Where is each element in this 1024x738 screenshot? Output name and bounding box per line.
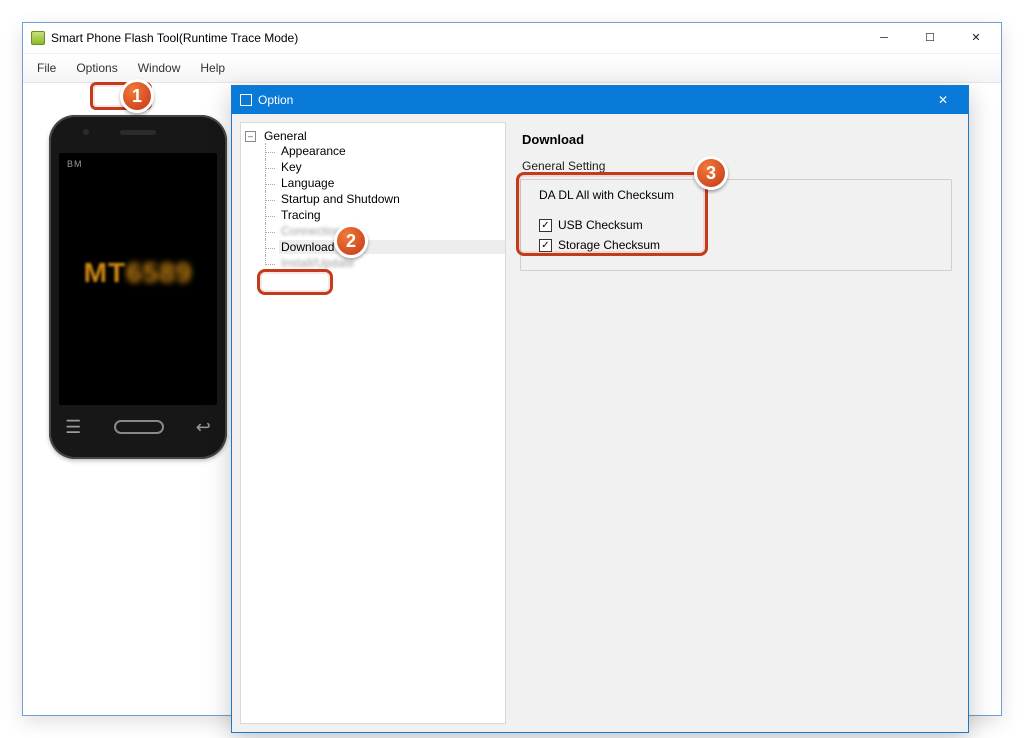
- content-heading: Download: [522, 132, 954, 147]
- tree-node-hidden-2[interactable]: Install/Update: [265, 255, 501, 271]
- close-icon: ✕: [938, 93, 948, 107]
- home-hw-button: [114, 420, 164, 434]
- tree-node-key[interactable]: Key: [265, 159, 501, 175]
- main-titlebar[interactable]: Smart Phone Flash Tool(Runtime Trace Mod…: [23, 23, 1001, 53]
- dialog-icon: [240, 94, 252, 106]
- options-tree[interactable]: – General Appearance Key Language Startu…: [240, 122, 506, 724]
- dialog-titlebar[interactable]: Option ✕: [232, 86, 968, 114]
- phone-earpiece: [120, 130, 156, 135]
- tree-node-startup-shutdown[interactable]: Startup and Shutdown: [265, 191, 501, 207]
- app-icon: [31, 31, 45, 45]
- tree-node-appearance[interactable]: Appearance: [265, 143, 501, 159]
- minimize-icon: ─: [880, 33, 888, 44]
- menubar: File Options Window Help: [23, 53, 1001, 83]
- close-button[interactable]: ✕: [953, 23, 999, 53]
- menu-hw-icon: ☰: [65, 417, 81, 438]
- content-subheading: General Setting: [522, 159, 954, 173]
- options-content: Download General Setting DA DL All with …: [514, 114, 968, 732]
- phone-preview: BM MT6589 ☰ ↩: [49, 115, 227, 459]
- menu-file[interactable]: File: [27, 56, 66, 80]
- main-window-title: Smart Phone Flash Tool(Runtime Trace Mod…: [51, 31, 298, 45]
- phone-sensor: [83, 129, 89, 135]
- group-legend: DA DL All with Checksum: [535, 188, 678, 202]
- phone-screen: BM MT6589: [59, 153, 217, 405]
- tree-node-hidden-1[interactable]: Connection: [265, 223, 501, 239]
- minimize-button[interactable]: ─: [861, 23, 907, 53]
- dialog-close-button[interactable]: ✕: [922, 86, 964, 114]
- usb-checksum-row[interactable]: ✓ USB Checksum: [539, 218, 939, 232]
- menu-options[interactable]: Options: [66, 56, 127, 80]
- tree-node-download[interactable]: Download: [265, 239, 501, 255]
- phone-screen-text: MT6589: [59, 257, 217, 289]
- checksum-groupbox: DA DL All with Checksum ✓ USB Checksum ✓…: [520, 179, 952, 271]
- maximize-icon: ☐: [925, 33, 935, 44]
- usb-checksum-label: USB Checksum: [558, 218, 643, 232]
- menu-window[interactable]: Window: [128, 56, 191, 80]
- main-window: Smart Phone Flash Tool(Runtime Trace Mod…: [22, 22, 1002, 716]
- phone-hardware-buttons: ☰ ↩: [49, 405, 227, 449]
- phone-brand-badge: BM: [67, 159, 83, 169]
- option-dialog: Option ✕ – General: [231, 85, 969, 733]
- tree-node-general[interactable]: – General: [245, 129, 501, 143]
- back-hw-icon: ↩: [196, 417, 211, 438]
- maximize-button[interactable]: ☐: [907, 23, 953, 53]
- storage-checksum-row[interactable]: ✓ Storage Checksum: [539, 238, 939, 252]
- tree-node-language[interactable]: Language: [265, 175, 501, 191]
- tree-node-tracing[interactable]: Tracing: [265, 207, 501, 223]
- tree-label-general: General: [262, 129, 309, 143]
- close-icon: ✕: [971, 33, 980, 44]
- menu-help[interactable]: Help: [190, 56, 235, 80]
- checkbox-checked-icon[interactable]: ✓: [539, 239, 552, 252]
- checkbox-checked-icon[interactable]: ✓: [539, 219, 552, 232]
- client-area: BM MT6589 ☰ ↩ Option ✕: [23, 83, 1001, 715]
- storage-checksum-label: Storage Checksum: [558, 238, 660, 252]
- dialog-title: Option: [258, 93, 293, 107]
- collapse-icon[interactable]: –: [245, 131, 256, 142]
- callout-box-2: [257, 269, 333, 295]
